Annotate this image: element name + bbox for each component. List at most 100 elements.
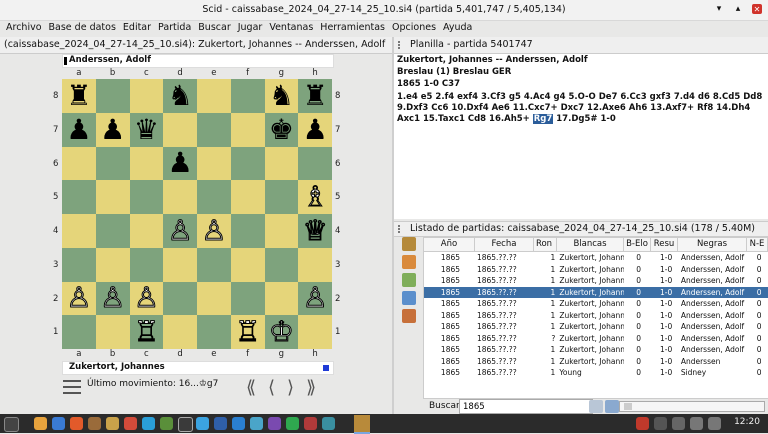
square[interactable]: ♕ bbox=[298, 214, 332, 248]
black-pawn-icon[interactable]: ♟ bbox=[100, 115, 125, 144]
drag-handle-icon[interactable] bbox=[398, 41, 406, 49]
black-knight-icon[interactable]: ♞ bbox=[269, 81, 294, 110]
square[interactable]: ♙ bbox=[62, 281, 96, 316]
chess-app-icon[interactable] bbox=[88, 417, 101, 430]
square[interactable] bbox=[95, 214, 130, 248]
black-queen-icon[interactable]: ♛ bbox=[134, 115, 159, 144]
white-pawn-icon[interactable]: ♙ bbox=[100, 283, 126, 312]
square[interactable] bbox=[230, 214, 265, 248]
black-rook-icon[interactable]: ♜ bbox=[303, 81, 328, 110]
menu-ventanas[interactable]: Ventanas bbox=[266, 20, 317, 36]
square[interactable] bbox=[230, 79, 265, 113]
square[interactable]: ♗ bbox=[298, 180, 332, 214]
square[interactable] bbox=[129, 247, 164, 282]
volume-icon[interactable] bbox=[708, 417, 721, 430]
app-icon[interactable] bbox=[250, 417, 263, 430]
terminal-icon[interactable] bbox=[160, 417, 173, 430]
table-row[interactable]: 1865 1865.??.?? 1 Zukertort, Johanne 0 1-0 And… bbox=[424, 344, 768, 356]
refresh-icon[interactable] bbox=[605, 400, 619, 413]
black-pawn-icon[interactable]: ♟ bbox=[303, 115, 328, 144]
square[interactable] bbox=[230, 146, 265, 181]
white-pawn-icon[interactable]: ♙ bbox=[167, 216, 193, 245]
square[interactable] bbox=[197, 247, 231, 282]
column-header[interactable]: Ron bbox=[534, 238, 557, 251]
chat-icon[interactable] bbox=[196, 417, 209, 430]
network-icon[interactable] bbox=[690, 417, 703, 430]
square[interactable] bbox=[197, 315, 231, 349]
square[interactable]: ♟ bbox=[62, 112, 96, 147]
square[interactable] bbox=[95, 180, 130, 214]
square[interactable]: ♙ bbox=[95, 281, 130, 316]
square[interactable]: ♞ bbox=[264, 79, 299, 113]
square[interactable] bbox=[62, 247, 96, 282]
white-pawn-icon[interactable]: ♙ bbox=[201, 216, 227, 245]
scid-taskbar-icon[interactable] bbox=[354, 415, 370, 434]
black-rook-icon[interactable]: ♜ bbox=[66, 81, 91, 110]
square[interactable] bbox=[95, 79, 130, 113]
search-input[interactable] bbox=[459, 399, 593, 414]
app-icon[interactable] bbox=[106, 417, 119, 430]
square[interactable] bbox=[298, 146, 332, 181]
white-rook-icon[interactable]: ♖ bbox=[133, 317, 159, 346]
brave-icon[interactable] bbox=[70, 417, 83, 430]
square[interactable] bbox=[62, 146, 96, 181]
tray-icon[interactable] bbox=[654, 417, 667, 430]
square[interactable] bbox=[230, 281, 265, 316]
last-move-button[interactable]: ⟫ bbox=[306, 377, 316, 398]
black-pawn-icon[interactable]: ♟ bbox=[66, 115, 91, 144]
square[interactable] bbox=[264, 214, 299, 248]
square[interactable]: ♜ bbox=[62, 79, 96, 113]
app-icon[interactable] bbox=[268, 417, 281, 430]
prev-move-button[interactable]: ⟨ bbox=[268, 377, 275, 398]
black-knight-icon[interactable]: ♞ bbox=[168, 81, 193, 110]
square[interactable]: ♚ bbox=[264, 112, 299, 147]
chessboard[interactable]: ♜ ♞ ♞ ♜ ♟ ♟ ♛ ♚ ♟ ♟ ♗ ♙ ♙ ♕ ♙ ♙ ♙ ♙ ♖ ♖ ♔ bbox=[62, 79, 332, 349]
scrollbar-horizontal[interactable] bbox=[619, 401, 765, 412]
square[interactable]: ♙ bbox=[197, 214, 231, 248]
menu-buscar[interactable]: Buscar bbox=[195, 20, 234, 36]
vscode-icon[interactable] bbox=[232, 417, 245, 430]
menu-partida[interactable]: Partida bbox=[155, 20, 195, 36]
start-menu-icon[interactable] bbox=[4, 417, 19, 432]
square[interactable] bbox=[163, 247, 197, 282]
table-row[interactable]: 1865 1865.??.?? 1 Zukertort, Johanne 0 1-0 And… bbox=[424, 298, 768, 310]
column-header[interactable]: Año bbox=[424, 238, 475, 251]
column-header[interactable]: B-Elo bbox=[624, 238, 651, 251]
scroll-thumb[interactable] bbox=[624, 403, 632, 410]
square[interactable]: ♜ bbox=[298, 79, 332, 113]
square[interactable] bbox=[129, 214, 164, 248]
white-king-icon[interactable]: ♔ bbox=[268, 317, 294, 346]
white-rook-icon[interactable]: ♖ bbox=[235, 317, 261, 346]
square[interactable] bbox=[129, 79, 164, 113]
square[interactable]: ♙ bbox=[298, 281, 332, 316]
square[interactable]: ♙ bbox=[163, 214, 197, 248]
table-row[interactable]: 1865 1865.??.?? 1 Zukertort, Johanne 0 1-0 And… bbox=[424, 264, 768, 276]
telegram-icon[interactable] bbox=[142, 417, 155, 430]
minimize-icon[interactable]: ▾ bbox=[714, 4, 724, 14]
column-header[interactable]: Resu bbox=[651, 238, 678, 251]
app-icon[interactable] bbox=[304, 417, 317, 430]
first-move-button[interactable]: ⟪ bbox=[246, 377, 256, 398]
tray-icon[interactable] bbox=[672, 417, 685, 430]
square[interactable]: ♖ bbox=[129, 315, 164, 349]
table-row[interactable]: 1865 1865.??.?? 1 Zukertort, Johanne 0 1-0 And… bbox=[424, 310, 768, 322]
menu-herramientas[interactable]: Herramientas bbox=[317, 20, 389, 36]
tray-icon[interactable] bbox=[636, 417, 649, 430]
white-queen-icon[interactable]: ♕ bbox=[302, 216, 328, 245]
column-header[interactable]: Blancas bbox=[557, 238, 624, 251]
store-icon[interactable] bbox=[214, 417, 227, 430]
table-row[interactable]: 1865 1865.??.?? 1 Zukertort, Johanne 0 1-0 And… bbox=[424, 252, 768, 264]
square[interactable] bbox=[197, 146, 231, 181]
square[interactable] bbox=[163, 281, 197, 316]
menu-editar[interactable]: Editar bbox=[120, 20, 155, 36]
move-list[interactable]: 1.e4 e5 2.f4 exf4 3.Cf3 g5 4.Ac4 g4 5.O-… bbox=[397, 92, 763, 125]
square[interactable] bbox=[163, 112, 197, 147]
app-icon[interactable] bbox=[286, 417, 299, 430]
table-row[interactable]: 1865 1865.??.?? 1 Young 0 1-0 Sidney 0 bbox=[424, 367, 768, 379]
board-icon[interactable] bbox=[402, 309, 416, 323]
square[interactable] bbox=[62, 315, 96, 349]
square[interactable] bbox=[95, 146, 130, 181]
table-row[interactable]: 1865 1865.??.?? 1 Zukertort, Johanne 0 1-0 And… bbox=[424, 321, 768, 333]
square[interactable] bbox=[95, 247, 130, 282]
square[interactable] bbox=[197, 112, 231, 147]
